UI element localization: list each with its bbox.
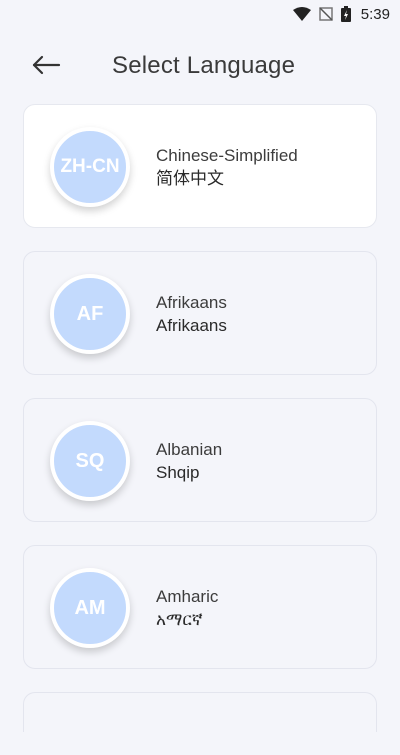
page-title: Select Language [112,52,296,79]
language-name: Chinese-Simplified [156,146,298,165]
language-names: Chinese-Simplified 简体中文 [156,145,298,191]
language-item-next[interactable] [23,692,377,732]
battery-charging-icon [340,6,351,22]
language-native-name: Afrikaans [156,316,227,335]
language-item-af[interactable]: AF Afrikaans Afrikaans [23,251,377,375]
signal-off-icon [319,7,333,21]
back-button[interactable] [26,50,66,84]
language-native-name: 简体中文 [156,169,224,188]
language-native-name: አማርኛ [156,610,203,629]
status-bar: 5:39 [0,0,400,28]
language-names: Amharic አማርኛ [156,586,218,632]
language-native-name: Shqip [156,463,200,482]
arrow-left-icon [31,55,61,80]
status-time: 5:39 [360,5,390,23]
language-code-badge: ZH-CN [50,127,130,207]
language-code-badge: SQ [50,421,130,501]
language-name: Albanian [156,440,223,459]
language-list: ZH-CN Chinese-Simplified 简体中文 AF Afrikaa… [23,104,377,755]
language-names: Albanian Shqip [156,439,222,485]
language-item-sq[interactable]: SQ Albanian Shqip [23,398,377,522]
language-code-badge: AF [50,274,130,354]
language-item-zh-cn[interactable]: ZH-CN Chinese-Simplified 简体中文 [23,104,377,228]
language-name: Amharic [156,587,219,606]
language-name: Afrikaans [156,293,227,312]
header: Select Language [0,40,400,94]
language-names: Afrikaans Afrikaans [156,292,227,338]
wifi-icon [292,7,311,21]
language-item-am[interactable]: AM Amharic አማርኛ [23,545,377,669]
language-code-badge: AM [50,568,130,648]
